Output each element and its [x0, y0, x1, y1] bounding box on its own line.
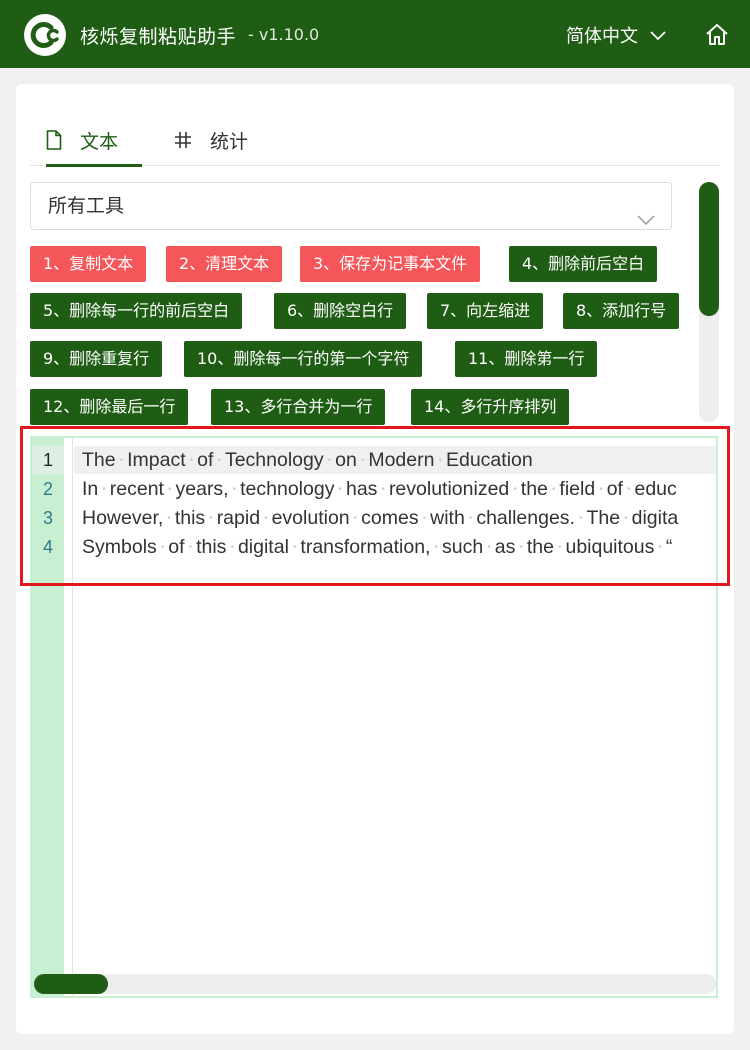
whitespace-marker: •: [626, 483, 631, 495]
whitespace-marker: •: [438, 454, 442, 466]
whitespace-marker: •: [487, 541, 491, 553]
language-value: 简体中文: [566, 26, 638, 47]
indent-left-button[interactable]: 7、向左缩进: [427, 293, 544, 329]
whitespace-marker: •: [292, 541, 297, 553]
whitespace-marker: •: [209, 512, 213, 524]
clean-text-button[interactable]: 2、清理文本: [166, 246, 283, 282]
whitespace-marker: •: [578, 512, 583, 524]
delete-first-char-each-line-button[interactable]: 10、删除每一行的第一个字符: [184, 341, 423, 377]
trim-whitespace-button[interactable]: 4、删除前后空白: [509, 246, 658, 282]
app-logo-icon: [24, 14, 66, 56]
whitespace-marker: •: [217, 454, 221, 466]
whitespace-marker: •: [188, 541, 193, 553]
whitespace-marker: •: [381, 483, 385, 495]
home-button[interactable]: [704, 22, 730, 48]
chevron-down-icon: [650, 25, 666, 46]
whitespace-marker: •: [264, 512, 268, 524]
app-name: 核烁复制粘贴助手: [80, 26, 237, 48]
whitespace-marker: •: [519, 541, 523, 553]
tab-text-label: 文本: [80, 130, 119, 153]
app-version: - v1.10.0: [248, 25, 320, 44]
copy-text-button[interactable]: 1、复制文本: [30, 246, 147, 282]
whitespace-marker: •: [422, 512, 427, 524]
whitespace-marker: •: [189, 454, 194, 466]
whitespace-marker: •: [513, 483, 517, 495]
tools-scrollbar[interactable]: [699, 182, 719, 422]
sort-lines-ascending-button[interactable]: 14、多行升序排列: [411, 389, 570, 425]
line-number: 4: [42, 537, 53, 557]
delete-first-line-button[interactable]: 11、删除第一行: [455, 341, 598, 377]
whitespace-marker: •: [119, 454, 124, 466]
tab-bar: 文本 统计: [30, 114, 720, 167]
whitespace-marker: •: [434, 541, 438, 553]
whitespace-marker: •: [338, 483, 342, 495]
editor-horizontal-scrollbar[interactable]: [34, 974, 716, 994]
whitespace-marker: •: [232, 483, 237, 495]
whitespace-marker: •: [599, 483, 603, 495]
add-line-numbers-button[interactable]: 8、添加行号: [563, 293, 680, 329]
text-editor[interactable]: 1 2 3 4 The • Impact • of • Technology • on • Mode…: [30, 436, 718, 998]
line-number: 1: [32, 446, 64, 474]
delete-blank-lines-button[interactable]: 6、删除空白行: [274, 293, 407, 329]
whitespace-marker: •: [557, 541, 562, 553]
whitespace-marker: •: [360, 454, 365, 466]
editor-horizontal-scrollbar-thumb[interactable]: [34, 974, 108, 994]
whitespace-marker: •: [230, 541, 234, 553]
merge-lines-button[interactable]: 13、多行合并为一行: [211, 389, 386, 425]
editor-line[interactable]: However, • this • rapid • evolution • comes • with…: [82, 504, 716, 532]
editor-line[interactable]: The • Impact • of • Technology • on • Modern • Educa…: [82, 446, 716, 474]
language-select[interactable]: 简体中文: [566, 22, 666, 48]
chevron-down-icon: [637, 197, 655, 243]
tools-dropdown[interactable]: 所有工具: [30, 182, 672, 230]
save-as-notepad-button[interactable]: 3、保存为记事本文件: [300, 246, 481, 282]
tools-scrollbar-thumb[interactable]: [699, 182, 719, 316]
hash-icon: [174, 131, 192, 149]
whitespace-marker: •: [468, 512, 473, 524]
whitespace-marker: •: [551, 483, 556, 495]
line-number: 2: [42, 479, 53, 499]
whitespace-marker: •: [658, 541, 662, 553]
tools-dropdown-value: 所有工具: [48, 195, 125, 217]
file-icon: [46, 130, 62, 150]
title-bar: 核烁复制粘贴助手 - v1.10.0 简体中文: [0, 0, 750, 68]
whitespace-marker: •: [327, 454, 332, 466]
whitespace-marker: •: [160, 541, 165, 553]
editor-line[interactable]: Symbols • of • this • digital • transformation, •…: [82, 533, 716, 561]
trim-each-line-button[interactable]: 5、删除每一行的前后空白: [30, 293, 243, 329]
active-tab-indicator: [46, 164, 142, 167]
delete-duplicate-lines-button[interactable]: 9、删除重复行: [30, 341, 163, 377]
line-number: 3: [42, 508, 53, 528]
gutter-divider: [72, 438, 73, 996]
whitespace-marker: •: [353, 512, 358, 524]
whitespace-marker: •: [167, 483, 172, 495]
editor-line[interactable]: In • recent • years, • technology • has • revoluti…: [82, 475, 716, 503]
tab-statistics[interactable]: 统计: [174, 114, 248, 166]
home-icon: [704, 24, 730, 52]
whitespace-marker: •: [167, 512, 171, 524]
whitespace-marker: •: [624, 512, 628, 524]
tab-text[interactable]: 文本: [46, 114, 142, 167]
whitespace-marker: •: [102, 483, 106, 495]
tab-statistics-label: 统计: [210, 130, 249, 153]
delete-last-line-button[interactable]: 12、删除最后一行: [30, 389, 189, 425]
